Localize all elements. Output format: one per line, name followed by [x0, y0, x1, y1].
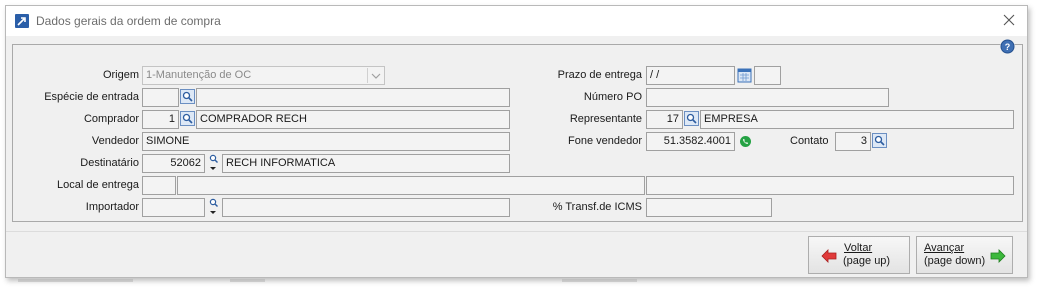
destinatario-name-field: RECH INFORMATICA [222, 154, 510, 173]
prazo-label: Prazo de entrega [557, 69, 642, 81]
help-icon[interactable]: ? [1000, 39, 1015, 54]
local-entrega-desc-field [177, 176, 645, 195]
dialog-window: Dados gerais da ordem de compra ? Origem… [5, 5, 1028, 278]
representante-code-input[interactable]: 17 [646, 110, 683, 129]
avancar-button[interactable]: Avançar (page down) [916, 236, 1013, 274]
origem-value: 1-Manutenção de OC [146, 69, 252, 81]
background-ghost-text [230, 279, 265, 282]
icms-input[interactable] [646, 198, 772, 217]
back-arrow-icon [821, 249, 837, 263]
voltar-button[interactable]: Voltar (page up) [808, 236, 910, 274]
comprador-name-field: COMPRADOR RECH [196, 110, 510, 129]
origem-select[interactable]: 1-Manutenção de OC [142, 66, 385, 85]
vendedor-label: Vendedor [91, 135, 139, 147]
importador-name-field [222, 198, 510, 217]
origem-label: Origem [102, 69, 139, 81]
vendedor-input[interactable]: SIMONE [142, 132, 510, 151]
avancar-label: Avançar [924, 242, 965, 254]
numero-po-label: Número PO [583, 91, 642, 103]
destinatario-code-input[interactable]: 52062 [142, 154, 205, 173]
voltar-label: Voltar [844, 242, 873, 254]
numero-po-input[interactable] [646, 88, 889, 107]
prazo-extra-input[interactable] [754, 66, 781, 85]
local-entrega-code-input[interactable] [142, 176, 176, 195]
especie-lookup-icon[interactable] [180, 89, 195, 104]
destinatario-key-icon[interactable] [208, 154, 220, 172]
voltar-shortcut: (page up) [843, 255, 891, 267]
comprador-label: Comprador [83, 113, 139, 125]
especie-name-field [196, 88, 510, 107]
comprador-code-input[interactable]: 1 [142, 110, 179, 129]
destinatario-label: Destinatário [80, 157, 139, 169]
representante-name-field: EMPRESA [700, 110, 1014, 129]
background-ghost-text [18, 279, 133, 282]
importador-label: Importador [85, 201, 139, 213]
fone-label: Fone vendedor [568, 135, 642, 147]
contato-lookup-icon[interactable] [872, 133, 887, 148]
contato-label: Contato [790, 135, 829, 147]
app-icon [15, 14, 29, 28]
contato-code-input[interactable]: 3 [835, 132, 871, 151]
footer-separator [6, 231, 1027, 232]
close-icon[interactable] [1001, 12, 1017, 28]
especie-label: Espécie de entrada [44, 91, 139, 103]
forward-arrow-icon [990, 249, 1006, 263]
background-ghost-text [562, 279, 637, 282]
whatsapp-icon[interactable] [739, 135, 752, 148]
representante-label: Representante [569, 113, 642, 125]
title-bar: Dados gerais da ordem de compra [6, 6, 1027, 36]
importador-key-icon[interactable] [208, 198, 220, 216]
icms-label: % Transf.de ICMS [552, 201, 642, 213]
prazo-date-input[interactable]: / / [646, 66, 735, 85]
fone-input[interactable]: 51.3582.4001 [646, 132, 735, 151]
representante-lookup-icon[interactable] [684, 111, 699, 126]
window-title: Dados gerais da ordem de compra [36, 14, 221, 28]
comprador-lookup-icon[interactable] [180, 111, 195, 126]
especie-code-input[interactable] [142, 88, 179, 107]
chevron-down-icon [367, 68, 383, 83]
general-data-group: ? Origem 1-Manutenção de OC Espécie de e… [12, 39, 1023, 222]
svg-text:?: ? [1005, 42, 1011, 52]
local-entrega-label: Local de entrega [57, 179, 139, 191]
importador-code-input[interactable] [142, 198, 205, 217]
avancar-shortcut: (page down) [924, 255, 986, 267]
local-entrega-extra-field [646, 176, 1014, 195]
calendar-icon[interactable] [737, 67, 752, 83]
